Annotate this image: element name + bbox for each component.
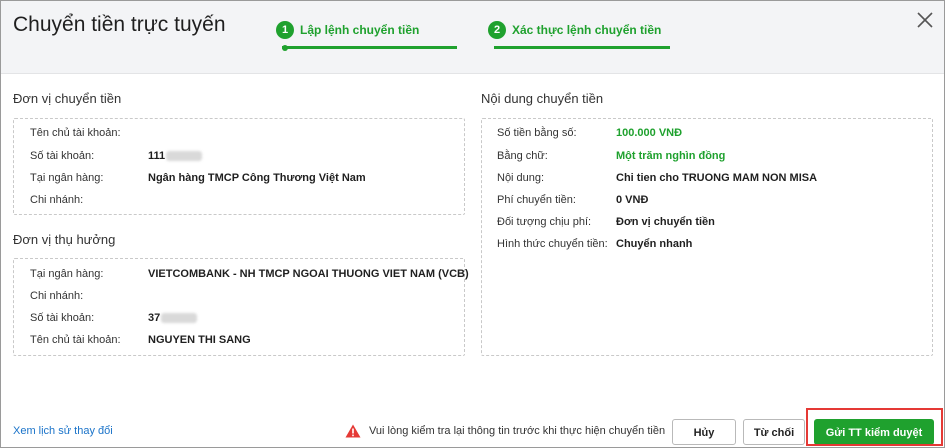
step-1-label: Lập lệnh chuyển tiền <box>300 23 420 37</box>
field-value: NGUYEN THI SANG <box>148 334 251 346</box>
beneficiary-box: Tại ngân hàng: VIETCOMBANK - NH TMCP NGO… <box>13 258 469 356</box>
close-icon[interactable] <box>914 9 936 31</box>
warning-icon <box>345 424 361 438</box>
field-label: Tại ngân hàng: <box>30 172 104 184</box>
highlight-box <box>806 408 943 446</box>
dialog-title: Chuyển tiền trực tuyến <box>13 13 226 36</box>
step-2-label: Xác thực lệnh chuyển tiền <box>512 23 662 37</box>
field-label: Tại ngân hàng: <box>30 268 104 280</box>
cancel-button[interactable]: Hủy <box>672 419 736 445</box>
field-label: Tên chủ tài khoản: <box>30 334 121 346</box>
field-value: Ngân hàng TMCP Công Thương Việt Nam <box>148 172 366 184</box>
field-value: VIETCOMBANK - NH TMCP NGOAI THUONG VIET … <box>148 268 469 280</box>
warning-text: Vui lòng kiểm tra lại thông tin trước kh… <box>369 425 666 437</box>
field-label: Nội dung: <box>497 172 545 184</box>
step-1-number: 1 <box>276 21 294 39</box>
step-1-progress-bar <box>282 46 457 49</box>
sender-section-title: Đơn vị chuyển tiền <box>13 91 122 106</box>
field-label: Tên chủ tài khoản: <box>30 127 121 139</box>
field-label: Chi nhánh: <box>30 290 84 302</box>
field-value: Một trăm nghìn đồng <box>616 150 726 162</box>
field-value: 111 <box>148 150 203 162</box>
field-value: Chuyển nhanh <box>616 238 693 250</box>
field-value: 37 <box>148 312 198 324</box>
step-2: 2 Xác thực lệnh chuyển tiền <box>488 21 678 51</box>
field-label: Đối tượng chịu phí: <box>497 216 592 228</box>
field-label: Số tài khoản: <box>30 312 95 324</box>
field-value: Đơn vị chuyển tiền <box>616 216 715 228</box>
sender-box: Tên chủ tài khoản: Số tài khoản: 111 Tại… <box>13 118 465 215</box>
reject-button[interactable]: Từ chối <box>743 419 805 445</box>
view-history-link[interactable]: Xem lịch sử thay đổi <box>13 425 113 437</box>
field-value: 0 VNĐ <box>616 194 649 206</box>
content-box: Số tiền bằng số: 100.000 VNĐ Bằng chữ: M… <box>481 118 933 356</box>
dialog-header: Chuyển tiền trực tuyến 1 Lập lệnh chuyển… <box>1 1 944 74</box>
field-label: Số tiền bằng số: <box>497 127 577 139</box>
step-1: 1 Lập lệnh chuyển tiền <box>276 21 461 51</box>
step-2-progress-bar <box>494 46 670 49</box>
account-number-visible: 111 <box>148 150 166 162</box>
field-label: Số tài khoản: <box>30 150 95 162</box>
dialog-footer: Xem lịch sử thay đổi Vui lòng kiểm tra l… <box>1 413 944 447</box>
beneficiary-section-title: Đơn vị thụ hưởng <box>13 232 116 247</box>
step-2-number: 2 <box>488 21 506 39</box>
transfer-dialog: Chuyển tiền trực tuyến 1 Lập lệnh chuyển… <box>0 0 945 448</box>
masked-digits <box>166 151 203 162</box>
field-label: Phí chuyển tiền: <box>497 194 576 206</box>
content-section-title: Nội dung chuyển tiền <box>481 91 604 106</box>
field-label: Hình thức chuyển tiền: <box>497 238 608 250</box>
field-value: 100.000 VNĐ <box>616 127 683 139</box>
field-label: Bằng chữ: <box>497 150 548 162</box>
account-number-visible: 37 <box>148 312 161 324</box>
step-1-dot <box>282 45 288 51</box>
field-label: Chi nhánh: <box>30 194 84 206</box>
field-value: Chi tien cho TRUONG MAM NON MISA <box>616 172 818 184</box>
masked-digits <box>161 313 198 324</box>
